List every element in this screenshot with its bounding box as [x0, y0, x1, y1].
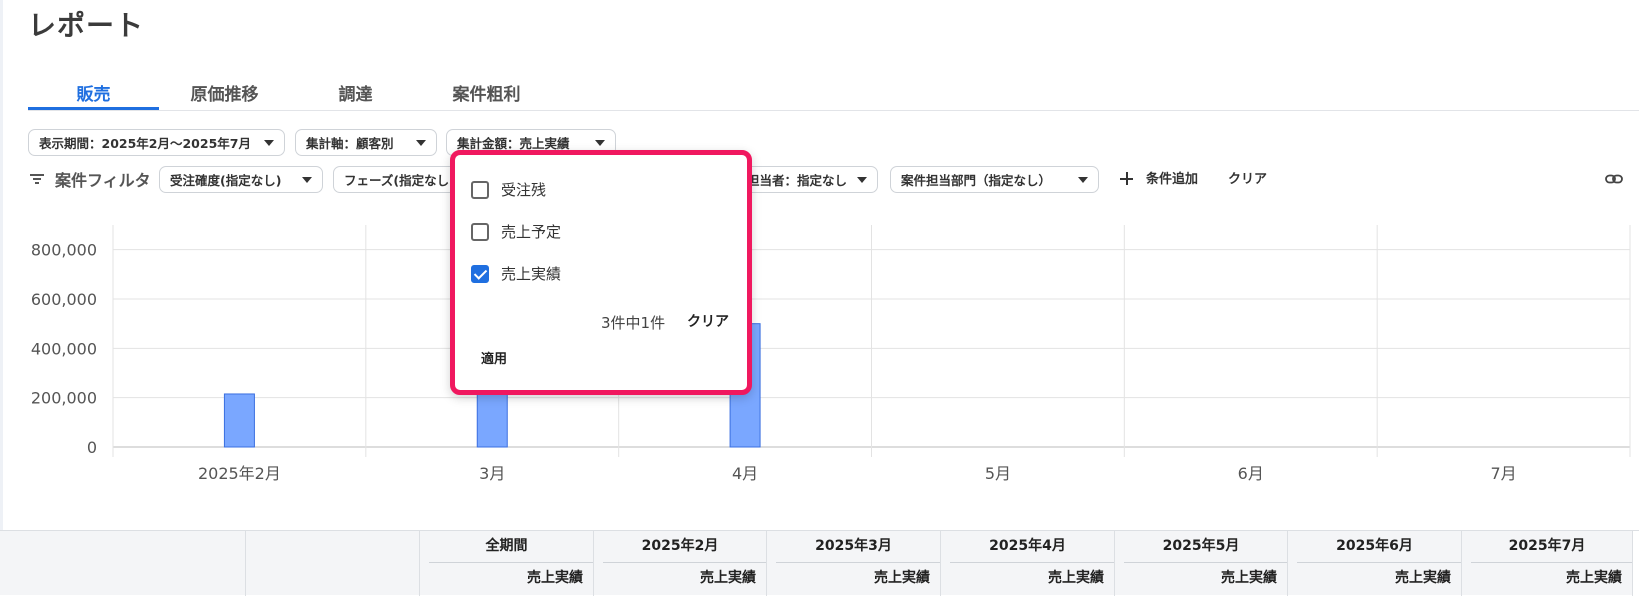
period-select-label: 表示期間：2025年2月〜2025年7月 — [39, 136, 251, 151]
header-divider — [1297, 562, 1461, 563]
column-header: 全期間 — [485, 538, 528, 554]
tab-cost-trend[interactable]: 原価推移 — [159, 76, 290, 110]
report-table-header: 全期間 売上実績 2025年2月 売上実績 2025年3月 売上実績 2025年… — [0, 530, 1639, 596]
header-divider — [429, 562, 593, 563]
header-divider — [776, 562, 940, 563]
x-tick-label: 4月 — [732, 464, 758, 483]
y-tick-label: 400,000 — [31, 339, 97, 358]
tab-procurement[interactable]: 調達 — [290, 76, 421, 110]
department-filter[interactable]: 案件担当部門（指定なし） — [890, 166, 1099, 193]
table-header-cell: 2025年3月 売上実績 — [766, 531, 940, 596]
column-subheader: 売上実績 — [874, 570, 930, 586]
axis-select[interactable]: 集計軸：顧客別 — [295, 129, 437, 156]
tab-sales[interactable]: 販売 — [28, 76, 159, 110]
y-tick-label: 0 — [87, 438, 97, 457]
column-subheader: 売上実績 — [1395, 570, 1451, 586]
clear-filters-button[interactable]: クリア — [1228, 168, 1267, 187]
option-order-backlog-label: 受注残 — [501, 181, 547, 199]
column-header: 2025年7月 — [1508, 538, 1586, 554]
y-tick-label: 800,000 — [31, 241, 97, 260]
sales-chart: 0 200,000 400,000 600,000 800,000 2025年2月 3月 4月… — [0, 225, 1639, 495]
x-tick-label: 7月 — [1490, 464, 1516, 483]
checkbox-sales-forecast[interactable] — [471, 222, 489, 241]
option-sales-actual[interactable]: 売上実績 — [471, 263, 561, 284]
table-header-blank — [245, 531, 419, 596]
period-select[interactable]: 表示期間：2025年2月〜2025年7月 — [28, 129, 285, 156]
filter-icon — [30, 174, 44, 184]
chart-bar — [476, 389, 508, 448]
table-header-cell: 全期間 売上実績 — [419, 531, 593, 596]
x-tick-label: 2025年2月 — [198, 464, 281, 483]
header-divider — [603, 562, 766, 563]
column-header: 2025年5月 — [1162, 538, 1240, 554]
column-subheader: 売上実績 — [1221, 570, 1277, 586]
link-icon[interactable] — [1605, 172, 1623, 186]
chart-bar — [223, 393, 255, 448]
tab-project-profit[interactable]: 案件粗利 — [421, 76, 552, 110]
phase-filter-label: フェーズ(指定なし) — [344, 173, 452, 188]
popup-clear-button[interactable]: クリア — [687, 311, 729, 331]
x-tick-label: 3月 — [479, 464, 505, 483]
chevron-down-icon — [1078, 176, 1088, 183]
amount-filter-popup: 受注残 売上予定 売上実績 3件中1件 クリア 適用 — [450, 150, 752, 395]
x-tick-label: 6月 — [1238, 464, 1264, 483]
header-divider — [950, 562, 1114, 563]
column-subheader: 売上実績 — [527, 570, 583, 586]
chevron-down-icon — [595, 139, 605, 146]
y-tick-label: 200,000 — [31, 389, 97, 408]
y-tick-label: 600,000 — [31, 290, 97, 309]
chevron-down-icon — [416, 139, 426, 146]
table-header-cell: 2025年5月 売上実績 — [1114, 531, 1287, 596]
x-tick-label: 5月 — [985, 464, 1011, 483]
checkbox-sales-actual[interactable] — [471, 264, 489, 283]
header-divider — [1471, 562, 1632, 563]
selection-count: 3件中1件 — [601, 314, 666, 332]
order-confidence-filter[interactable]: 受注確度(指定なし) — [159, 166, 323, 193]
table-header-cell: 2025年4月 売上実績 — [940, 531, 1114, 596]
column-subheader: 売上実績 — [1048, 570, 1104, 586]
add-condition-button[interactable]: 条件追加 — [1146, 168, 1198, 187]
option-sales-forecast[interactable]: 売上予定 — [471, 221, 561, 242]
checkbox-order-backlog[interactable] — [471, 180, 489, 199]
header-divider — [1124, 562, 1287, 563]
report-tabs: 販売 原価推移 調達 案件粗利 — [28, 76, 552, 110]
option-sales-forecast-label: 売上予定 — [501, 223, 562, 241]
column-header: 2025年4月 — [989, 538, 1066, 554]
sales-chart-svg: 0 200,000 400,000 600,000 800,000 2025年2月 3月 4月… — [31, 225, 1631, 483]
column-header: 2025年3月 — [815, 538, 892, 554]
table-header-cell: 2025年6月 売上実績 — [1287, 531, 1461, 596]
column-header: 2025年6月 — [1336, 538, 1413, 554]
chevron-down-icon — [302, 176, 312, 183]
option-sales-actual-label: 売上実績 — [501, 265, 562, 283]
chevron-down-icon — [264, 139, 274, 146]
table-header-cell: 2025年2月 売上実績 — [593, 531, 766, 596]
apply-button[interactable]: 適用 — [481, 348, 507, 367]
page-title: レポート — [28, 9, 145, 42]
filter-label: 案件フィルタ — [55, 171, 151, 190]
table-scroll-edge — [1632, 531, 1639, 596]
chevron-down-icon — [857, 176, 867, 183]
column-subheader: 売上実績 — [700, 570, 756, 586]
tabs-divider — [28, 110, 1639, 111]
department-filter-label: 案件担当部門（指定なし） — [901, 173, 1052, 188]
table-header-cell: 2025年7月 売上実績 — [1461, 531, 1632, 596]
column-header: 2025年2月 — [641, 538, 719, 554]
order-confidence-label: 受注確度(指定なし) — [170, 173, 282, 188]
plus-icon[interactable] — [1120, 172, 1133, 185]
option-order-backlog[interactable]: 受注残 — [471, 179, 546, 200]
axis-select-label: 集計軸：顧客別 — [306, 136, 394, 151]
column-subheader: 売上実績 — [1566, 570, 1622, 586]
